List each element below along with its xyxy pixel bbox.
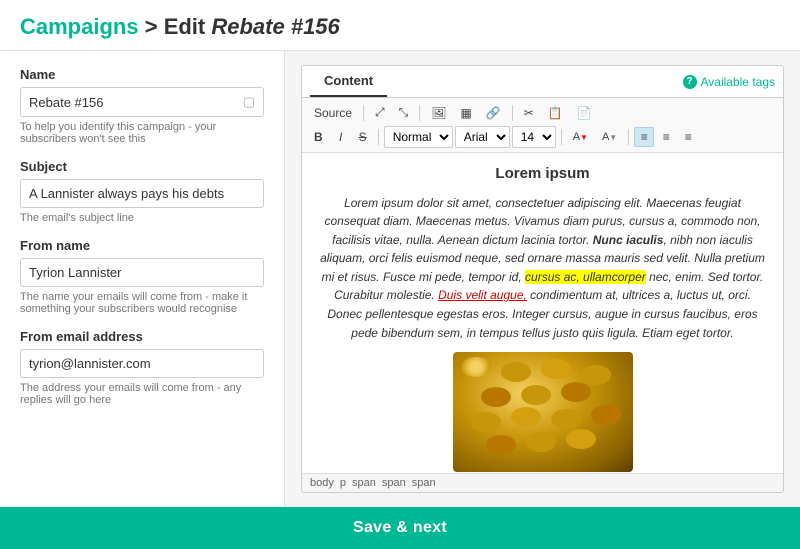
from-name-input-wrapper[interactable] bbox=[20, 258, 264, 287]
footer: Save & next bbox=[0, 507, 800, 549]
editor-statusbar: body p span span span bbox=[302, 473, 783, 492]
toolbar-sep-4 bbox=[378, 129, 379, 145]
size-select[interactable]: 14 bbox=[512, 126, 556, 148]
from-email-input-wrapper[interactable] bbox=[20, 349, 264, 378]
toolbar-row-2: B I S Normal Arial 14 bbox=[308, 126, 777, 148]
font-select[interactable]: Arial bbox=[455, 126, 510, 148]
from-email-label: From email address bbox=[20, 329, 264, 344]
from-email-hint: The address your emails will come from -… bbox=[20, 382, 264, 406]
tab-content[interactable]: Content bbox=[310, 66, 387, 97]
toolbar-sep-1 bbox=[363, 105, 364, 121]
from-email-field-group: From email address The address your emai… bbox=[20, 329, 264, 406]
editor-content-title: Lorem ipsum bbox=[318, 163, 767, 186]
name-hint: To help you identify this campaign - you… bbox=[20, 121, 264, 145]
campaigns-link[interactable]: Campaigns bbox=[20, 14, 139, 39]
edit-label: Edit Rebate #156 bbox=[164, 14, 340, 39]
editor-container: Content ? Available tags Source ⤢ ⤡ 🖼 bbox=[301, 65, 784, 493]
statusbar-span3[interactable]: span bbox=[412, 477, 436, 489]
statusbar-p[interactable]: p bbox=[340, 477, 346, 489]
source-button[interactable]: Source bbox=[308, 103, 358, 123]
shrink-button[interactable]: ⤡ bbox=[393, 102, 415, 123]
editor-body[interactable]: Lorem ipsum Lorem ipsum dolor sit amet, … bbox=[302, 153, 783, 473]
font-color-button[interactable]: A▼ bbox=[567, 128, 594, 146]
editor-toolbar: Source ⤢ ⤡ 🖼 ▦ 🔗 ✂ 📋 📄 B bbox=[302, 98, 783, 153]
name-field-group: Name ▢ To help you identify this campaig… bbox=[20, 67, 264, 145]
highlighted-text: cursus ac, ullamcorper bbox=[525, 270, 646, 284]
bold-text-1: Nunc iaculis bbox=[593, 233, 664, 247]
fullscreen-button[interactable]: ⤢ bbox=[369, 102, 391, 123]
format-select[interactable]: Normal bbox=[384, 126, 453, 148]
subject-label: Subject bbox=[20, 159, 264, 174]
breadcrumb-separator: > bbox=[145, 14, 164, 39]
subject-hint: The email's subject line bbox=[20, 212, 264, 224]
campaign-title: Rebate #156 bbox=[211, 14, 339, 39]
name-input[interactable] bbox=[29, 95, 239, 110]
from-name-hint: The name your emails will come from - ma… bbox=[20, 291, 264, 315]
highlight-color-button[interactable]: A▼ bbox=[596, 128, 623, 146]
editor-intro: Lorem ipsum dolor sit amet, consectetuer… bbox=[320, 196, 765, 340]
name-input-wrapper[interactable]: ▢ bbox=[20, 87, 264, 117]
cut-button[interactable]: ✂ bbox=[518, 103, 540, 123]
editor-tabs: Content ? Available tags bbox=[302, 66, 783, 98]
page-header: Campaigns > Edit Rebate #156 bbox=[0, 0, 800, 51]
toolbar-row-1: Source ⤢ ⤡ 🖼 ▦ 🔗 ✂ 📋 📄 bbox=[308, 102, 777, 123]
align-left-button[interactable]: ≡ bbox=[634, 127, 654, 147]
editor-content-body: Lorem ipsum dolor sit amet, consectetuer… bbox=[318, 194, 767, 473]
coin-image bbox=[453, 352, 633, 472]
toolbar-sep-3 bbox=[512, 105, 513, 121]
toolbar-sep-6 bbox=[628, 129, 629, 145]
statusbar-span1[interactable]: span bbox=[352, 477, 376, 489]
available-tags-label: Available tags bbox=[701, 75, 776, 89]
from-name-input[interactable] bbox=[29, 265, 255, 280]
subject-input-wrapper[interactable] bbox=[20, 179, 264, 208]
name-label: Name bbox=[20, 67, 264, 82]
from-email-input[interactable] bbox=[29, 356, 255, 371]
left-panel: Name ▢ To help you identify this campaig… bbox=[0, 51, 285, 507]
from-name-label: From name bbox=[20, 238, 264, 253]
bold-button[interactable]: B bbox=[308, 127, 329, 147]
right-panel: Content ? Available tags Source ⤢ ⤡ 🖼 bbox=[285, 51, 800, 507]
statusbar-body[interactable]: body bbox=[310, 477, 334, 489]
main-content: Name ▢ To help you identify this campaig… bbox=[0, 51, 800, 507]
save-next-button[interactable]: Save & next bbox=[353, 519, 447, 537]
copy-button[interactable]: 📋 bbox=[542, 103, 569, 123]
red-underline-text: Duis velit augue, bbox=[438, 288, 527, 302]
toolbar-sep-2 bbox=[419, 105, 420, 121]
link-button[interactable]: 🔗 bbox=[480, 103, 507, 123]
table-button[interactable]: ▦ bbox=[454, 103, 477, 123]
toolbar-sep-5 bbox=[561, 129, 562, 145]
statusbar-span2[interactable]: span bbox=[382, 477, 406, 489]
available-tags-button[interactable]: ? Available tags bbox=[683, 75, 776, 89]
strikethrough-button[interactable]: S bbox=[353, 127, 373, 147]
align-right-button[interactable]: ≡ bbox=[678, 127, 698, 147]
subject-field-group: Subject The email's subject line bbox=[20, 159, 264, 224]
question-icon: ? bbox=[683, 75, 697, 89]
italic-button[interactable]: I bbox=[331, 127, 351, 147]
paste-button[interactable]: 📄 bbox=[571, 103, 598, 123]
from-name-field-group: From name The name your emails will come… bbox=[20, 238, 264, 315]
subject-input[interactable] bbox=[29, 186, 255, 201]
name-input-icon: ▢ bbox=[243, 94, 255, 110]
align-center-button[interactable]: ≡ bbox=[656, 127, 676, 147]
image-button[interactable]: 🖼 bbox=[425, 103, 452, 123]
